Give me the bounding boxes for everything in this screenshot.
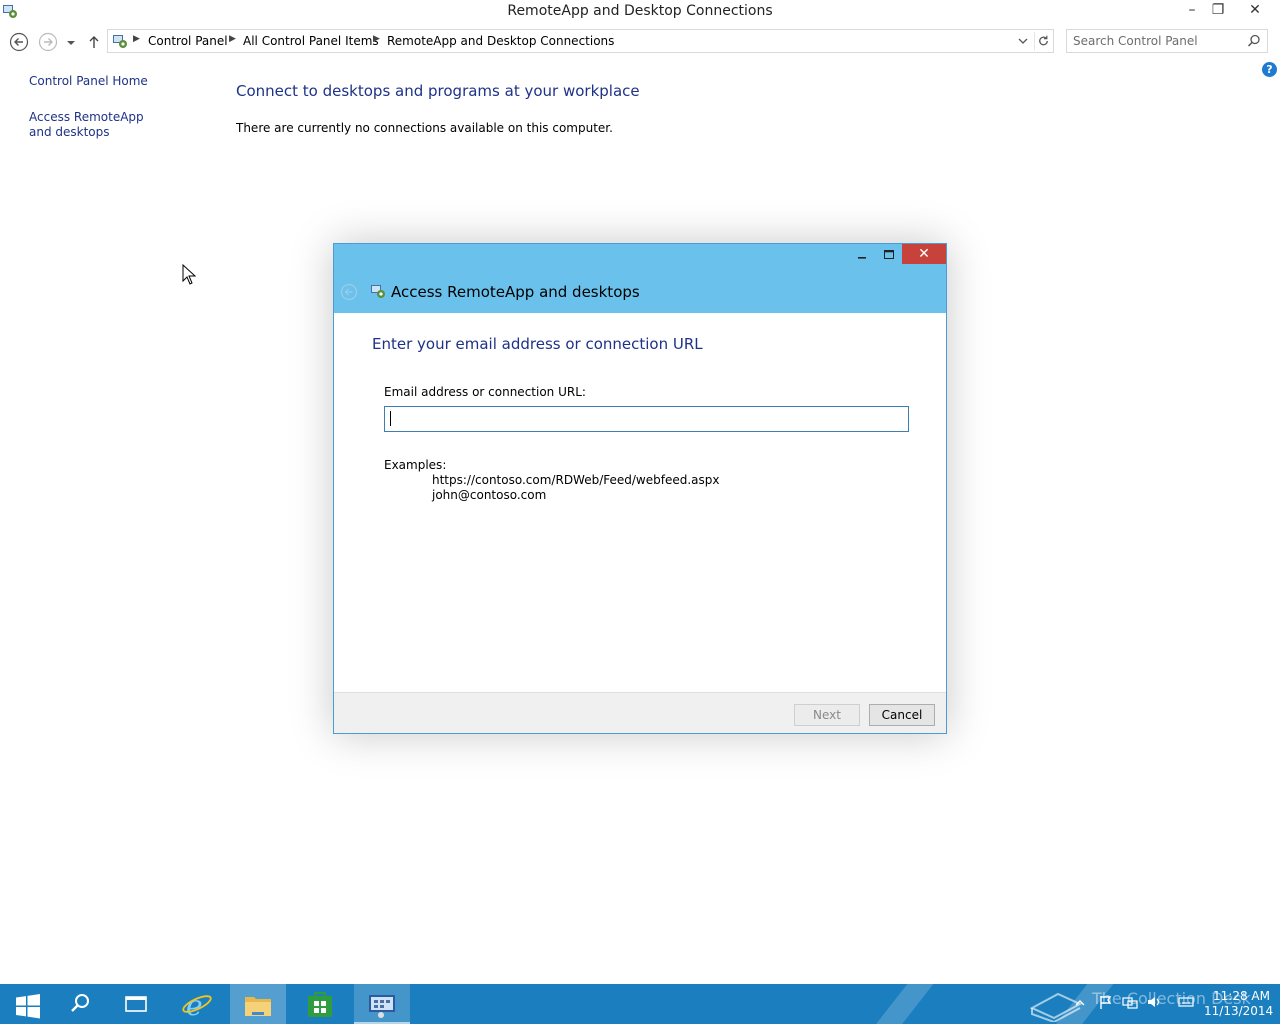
network-icon[interactable] bbox=[1122, 994, 1138, 1010]
control-panel-taskbar-button[interactable] bbox=[354, 984, 410, 1024]
page-title: Connect to desktops and programs at your… bbox=[236, 82, 640, 100]
task-view-button[interactable] bbox=[108, 984, 164, 1024]
dialog-back-arrow-icon[interactable] bbox=[340, 283, 358, 301]
svg-text:e: e bbox=[186, 989, 203, 1022]
search-icon[interactable] bbox=[1247, 34, 1261, 48]
store-icon bbox=[308, 992, 332, 1017]
task-view-icon bbox=[125, 996, 147, 1012]
file-explorer-icon bbox=[245, 997, 271, 1016]
breadcrumb-all-items[interactable]: All Control Panel Items bbox=[243, 34, 379, 48]
back-arrow-icon[interactable] bbox=[9, 32, 29, 52]
navigation-bar: ▶ Control Panel ▶ All Control Panel Item… bbox=[0, 28, 1280, 54]
search-input[interactable] bbox=[1073, 33, 1243, 49]
refresh-icon[interactable] bbox=[1034, 32, 1052, 50]
control-panel-icon bbox=[113, 35, 127, 48]
example-email: john@contoso.com bbox=[432, 488, 547, 502]
close-button[interactable]: ✕ bbox=[1234, 0, 1276, 22]
no-connections-message: There are currently no connections avail… bbox=[236, 121, 613, 135]
internet-explorer-button[interactable]: e bbox=[168, 984, 224, 1024]
breadcrumb-separator-icon[interactable]: ▶ bbox=[373, 34, 380, 44]
clock-time: 11:28 AM bbox=[1213, 989, 1270, 1003]
dialog-title: Access RemoteApp and desktops bbox=[391, 283, 640, 301]
forward-arrow-icon[interactable] bbox=[38, 32, 58, 52]
window-title: RemoteApp and Desktop Connections bbox=[507, 3, 773, 19]
recent-locations-chevron-icon[interactable] bbox=[64, 32, 78, 52]
minimize-button[interactable]: – bbox=[1178, 0, 1206, 22]
text-caret bbox=[390, 411, 391, 426]
breadcrumb-control-panel[interactable]: Control Panel bbox=[148, 34, 228, 48]
email-url-label: Email address or connection URL: bbox=[384, 385, 586, 399]
restore-button[interactable]: ❐ bbox=[1204, 0, 1232, 22]
taskbar: e The Collection Desk 11:28 AM 11/13/201… bbox=[0, 984, 1280, 1024]
dialog-header: ✕ Access RemoteApp and desktops bbox=[334, 244, 946, 313]
search-taskbar-button[interactable] bbox=[52, 984, 108, 1024]
store-button[interactable] bbox=[292, 984, 348, 1024]
up-arrow-icon[interactable] bbox=[86, 32, 102, 52]
left-navigation-pane: Control Panel Home Access RemoteApp and … bbox=[29, 74, 179, 140]
breadcrumb-separator-icon[interactable]: ▶ bbox=[133, 34, 140, 44]
system-clock[interactable]: 11:28 AM 11/13/2014 bbox=[1204, 989, 1274, 1019]
access-remoteapp-link[interactable]: Access RemoteApp and desktops bbox=[29, 110, 164, 140]
keyboard-icon[interactable] bbox=[1178, 994, 1194, 1010]
example-url: https://contoso.com/RDWeb/Feed/webfeed.a… bbox=[432, 473, 720, 487]
mouse-pointer-icon bbox=[182, 264, 196, 285]
breadcrumb-separator-icon[interactable]: ▶ bbox=[229, 34, 236, 44]
control-panel-home-link[interactable]: Control Panel Home bbox=[29, 74, 179, 89]
file-explorer-button[interactable] bbox=[230, 984, 286, 1024]
remoteapp-icon bbox=[371, 285, 385, 298]
cancel-button[interactable]: Cancel bbox=[869, 704, 935, 726]
next-button[interactable]: Next bbox=[794, 704, 860, 726]
help-icon[interactable]: ? bbox=[1262, 62, 1277, 77]
start-icon bbox=[16, 994, 40, 1019]
address-bar[interactable]: ▶ Control Panel ▶ All Control Panel Item… bbox=[107, 29, 1054, 53]
dialog-minimize-button[interactable] bbox=[850, 246, 874, 264]
start-button[interactable] bbox=[0, 984, 56, 1024]
dialog-heading: Enter your email address or connection U… bbox=[372, 335, 703, 353]
search-icon bbox=[71, 994, 89, 1012]
address-dropdown-chevron-icon[interactable] bbox=[1014, 32, 1032, 50]
dialog-footer: Next Cancel bbox=[334, 692, 946, 733]
control-panel-icon bbox=[369, 995, 395, 1018]
clock-date: 11/13/2014 bbox=[1204, 1004, 1274, 1018]
email-url-field[interactable] bbox=[384, 406, 909, 432]
volume-icon[interactable] bbox=[1146, 994, 1162, 1010]
email-url-input[interactable] bbox=[389, 410, 899, 428]
search-box[interactable] bbox=[1066, 29, 1268, 53]
show-hidden-icons-chevron-icon[interactable] bbox=[1072, 994, 1088, 1010]
dialog-close-button[interactable]: ✕ bbox=[902, 244, 946, 264]
access-remoteapp-dialog: ✕ Access RemoteApp and desktops Enter yo… bbox=[333, 243, 947, 734]
window-titlebar: RemoteApp and Desktop Connections – ❐ ✕ bbox=[0, 0, 1280, 23]
dialog-maximize-button[interactable] bbox=[877, 246, 901, 264]
action-center-flag-icon[interactable] bbox=[1098, 994, 1114, 1010]
taskbar-decoration bbox=[852, 984, 934, 1024]
breadcrumb-current[interactable]: RemoteApp and Desktop Connections bbox=[387, 34, 614, 48]
examples-label: Examples: bbox=[384, 458, 447, 472]
internet-explorer-icon: e bbox=[182, 989, 212, 1022]
